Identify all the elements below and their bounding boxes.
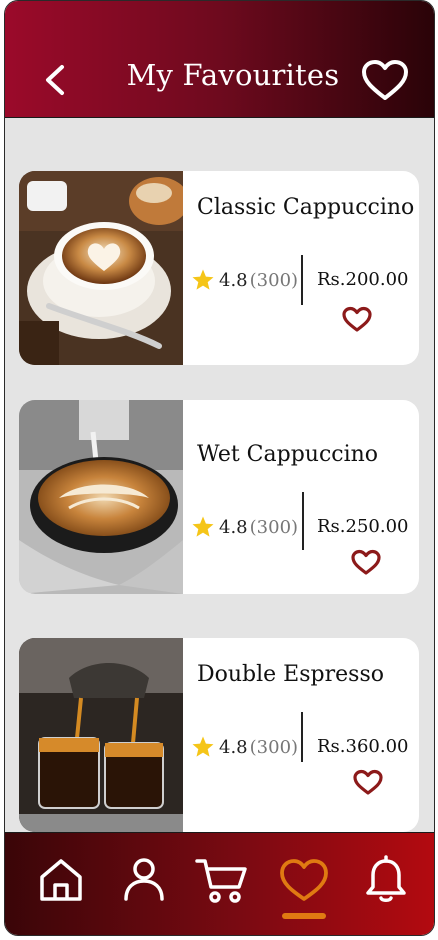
item-price: Rs.200.00 (317, 269, 409, 290)
heart-icon[interactable] (350, 548, 382, 576)
favourite-card[interactable]: Wet Cappuccino 4.8 (300) Rs.250.00 (19, 400, 419, 594)
user-icon[interactable] (119, 855, 169, 905)
bell-icon[interactable] (361, 855, 411, 905)
home-icon[interactable] (36, 855, 86, 905)
rating: 4.8 (300) (191, 515, 298, 539)
item-price: Rs.250.00 (317, 516, 409, 537)
back-arrow-icon[interactable] (38, 59, 72, 99)
review-count: (300) (249, 269, 299, 291)
item-name: Wet Cappuccino (197, 442, 379, 467)
item-name: Classic Cappuccino (197, 195, 415, 220)
bottom-nav (5, 832, 434, 935)
active-tab-indicator (282, 913, 326, 919)
rating-value: 4.8 (219, 269, 248, 291)
star-icon (192, 516, 214, 537)
heart-icon[interactable] (352, 768, 384, 796)
rating-value: 4.8 (219, 516, 248, 538)
star-icon (192, 269, 214, 290)
rating: 4.8 (300) (191, 735, 298, 759)
divider (301, 712, 303, 762)
rating-value: 4.8 (219, 736, 248, 758)
cappuccino-image (19, 171, 183, 365)
heart-icon[interactable] (341, 305, 373, 333)
espresso-image (19, 638, 183, 832)
latte-art-image (19, 400, 183, 594)
favourite-card[interactable]: Classic Cappuccino 4.8 (300) Rs.200.00 (19, 171, 419, 365)
page-title: My Favourites (126, 58, 340, 92)
app-frame: My Favourites Classic Cappuccino 4.8 (30… (4, 0, 435, 936)
favourites-tab-heart-icon[interactable] (277, 855, 331, 905)
item-name: Double Espresso (197, 662, 384, 687)
header: My Favourites (5, 1, 434, 118)
item-price: Rs.360.00 (317, 736, 409, 757)
rating: 4.8 (300) (191, 268, 298, 292)
review-count: (300) (249, 516, 299, 538)
divider (301, 255, 303, 305)
cart-icon[interactable] (195, 855, 249, 905)
heart-outline-icon[interactable] (360, 58, 410, 102)
star-icon (192, 736, 214, 757)
review-count: (300) (249, 736, 299, 758)
favourite-card[interactable]: Double Espresso 4.8 (300) Rs.360.00 (19, 638, 419, 832)
divider (302, 492, 304, 550)
